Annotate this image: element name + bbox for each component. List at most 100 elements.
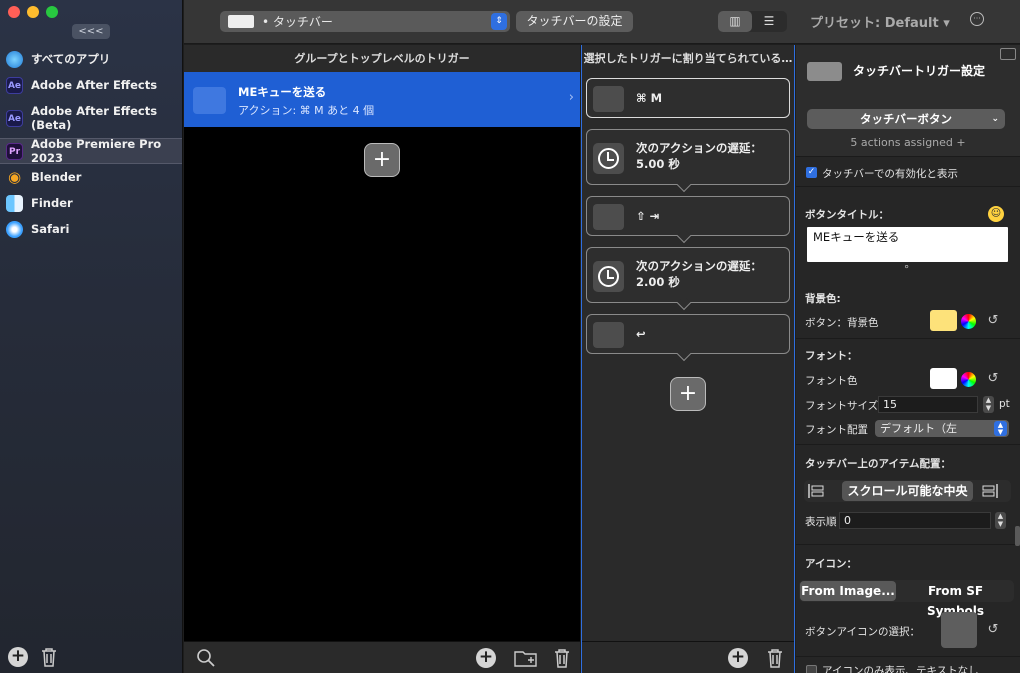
- from-image-button[interactable]: From Image...: [800, 581, 896, 601]
- action-swatch: [593, 204, 624, 230]
- actions-assigned-count[interactable]: 5 actions assigned +: [796, 136, 1020, 149]
- bg-color-swatch[interactable]: [930, 310, 957, 331]
- clock-icon: [593, 261, 624, 292]
- font-align-label: フォント配置: [805, 424, 868, 436]
- from-sf-symbols-button[interactable]: From SF Symbols: [898, 581, 1013, 618]
- app-label: Adobe After Effects (Beta): [31, 104, 158, 132]
- font-align-value: デフォルト（左: [880, 422, 957, 435]
- button-title-input[interactable]: MEキューを送る: [807, 227, 1008, 262]
- layout-segmented-control: スクロール可能な中央: [804, 480, 1011, 502]
- zoom-window-button[interactable]: [46, 6, 58, 18]
- app-label: Adobe After Effects: [31, 78, 158, 92]
- action-item[interactable]: ⌘ M: [586, 78, 790, 118]
- font-section-title: フォント：: [805, 350, 858, 362]
- groups-column: グループとトップレベルのトリガー MEキューを送る アクション: ⌘ M あと …: [184, 45, 580, 673]
- groups-footer: +: [184, 641, 580, 673]
- more-options-icon[interactable]: ···: [970, 12, 984, 26]
- resize-dot: °: [904, 264, 910, 276]
- list-view-button[interactable]: ☰: [752, 11, 786, 32]
- font-size-input[interactable]: 15: [878, 396, 978, 413]
- trash-icon[interactable]: [766, 648, 784, 668]
- touchbar-settings-button[interactable]: タッチバーの設定: [516, 11, 633, 32]
- trash-icon[interactable]: [553, 648, 571, 668]
- action-value: 2.00 秒: [636, 275, 680, 289]
- actions-footer: +: [582, 641, 794, 673]
- layout-center-option[interactable]: スクロール可能な中央: [842, 481, 973, 501]
- globe-icon: [6, 50, 23, 68]
- add-action-footer-button[interactable]: +: [728, 648, 748, 668]
- emoji-picker-icon[interactable]: ☺: [988, 206, 1004, 222]
- icon-section-title: アイコン：: [805, 558, 857, 570]
- reset-icon[interactable]: ↺: [985, 371, 1001, 387]
- connector-notch: [676, 346, 692, 362]
- trigger-row[interactable]: MEキューを送る アクション: ⌘ M あと 4 個 ›: [184, 72, 580, 127]
- app-item-finder[interactable]: Finder: [0, 190, 182, 216]
- align-right-icon[interactable]: [980, 484, 998, 498]
- safari-icon: [6, 220, 23, 238]
- app-label: すべてのアプリ: [31, 52, 111, 66]
- app-item-after-effects-beta[interactable]: Ae Adobe After Effects (Beta): [0, 98, 182, 138]
- order-input[interactable]: 0: [839, 512, 991, 529]
- sidebar-footer: +: [8, 647, 58, 667]
- view-mode-toggle: ▥ ☰: [718, 11, 787, 32]
- enable-checkbox[interactable]: ✓: [806, 167, 817, 178]
- font-size-label: フォントサイズ: [805, 400, 879, 412]
- icon-only-checkbox[interactable]: [806, 665, 817, 673]
- color-wheel-icon[interactable]: [961, 372, 976, 387]
- trigger-preview-swatch: [807, 62, 842, 81]
- align-left-icon[interactable]: [808, 484, 826, 498]
- color-wheel-icon[interactable]: [961, 314, 976, 329]
- add-trigger-button[interactable]: +: [364, 143, 400, 177]
- action-item[interactable]: ⇧ ⇥: [586, 196, 790, 244]
- icon-only-label: アイコンのみ表示、テキストなし: [822, 665, 979, 673]
- app-item-blender[interactable]: ◉ Blender: [0, 164, 182, 190]
- action-item[interactable]: 次のアクションの遅延： 5.00 秒: [586, 129, 790, 193]
- order-stepper[interactable]: ▲ ▼: [995, 512, 1006, 529]
- app-item-after-effects[interactable]: Ae Adobe After Effects: [0, 72, 182, 98]
- icon-well[interactable]: [941, 612, 977, 648]
- button-title-label: ボタンタイトル：: [805, 209, 889, 221]
- reset-icon[interactable]: ↺: [985, 622, 1001, 638]
- new-folder-icon[interactable]: [514, 648, 538, 668]
- minimize-window-button[interactable]: [27, 6, 39, 18]
- app-item-safari[interactable]: Safari: [0, 216, 182, 242]
- layout-section-title: タッチバー上のアイテム配置：: [805, 458, 951, 470]
- connector-notch: [676, 228, 692, 244]
- chevron-updown-icon: ⇕: [491, 13, 507, 30]
- window-icon: [1000, 48, 1016, 60]
- app-label: Finder: [31, 196, 73, 210]
- close-window-button[interactable]: [8, 6, 20, 18]
- action-label: ⇧ ⇥: [636, 209, 660, 223]
- preset-menu[interactable]: プリセット: Default ▾: [810, 12, 950, 31]
- font-align-popup[interactable]: デフォルト（左 ▲ ▼: [875, 420, 1009, 437]
- font-size-stepper[interactable]: ▲ ▼: [983, 396, 994, 413]
- font-color-swatch[interactable]: [930, 368, 957, 389]
- add-action-button[interactable]: +: [670, 377, 706, 411]
- chevron-right-icon: ›: [568, 90, 574, 105]
- trigger-subtitle: アクション: ⌘ M あと 4 個: [238, 104, 375, 117]
- reset-icon[interactable]: ↺: [985, 313, 1001, 329]
- add-group-item-button[interactable]: +: [476, 648, 496, 668]
- action-item[interactable]: ↩: [586, 314, 790, 362]
- app-item-all[interactable]: すべてのアプリ: [0, 46, 182, 72]
- app-item-premiere-pro[interactable]: Pr Adobe Premiere Pro 2023: [0, 137, 182, 165]
- chevron-updown-icon: ▲ ▼: [994, 421, 1007, 436]
- action-label: ↩: [636, 327, 646, 341]
- app-label: Safari: [31, 222, 70, 236]
- add-app-button[interactable]: +: [8, 647, 28, 667]
- action-item[interactable]: 次のアクションの遅延： 2.00 秒: [586, 247, 790, 311]
- choose-icon-label: ボタンアイコンの選択：: [805, 626, 920, 638]
- trigger-type-popup[interactable]: タッチバーボタン ⌄: [807, 109, 1005, 129]
- action-swatch: [593, 322, 624, 348]
- columns-view-button[interactable]: ▥: [718, 11, 752, 32]
- delete-app-button[interactable]: [40, 647, 58, 667]
- clock-icon: [593, 143, 624, 174]
- collapse-sidebar-button[interactable]: <<<: [72, 24, 110, 39]
- app-list: すべてのアプリ Ae Adobe After Effects Ae Adobe …: [0, 46, 182, 242]
- toolbar: • タッチバー ⇕ タッチバーの設定 ▥ ☰ プリセット: Default ▾ …: [184, 0, 1020, 44]
- trigger-type-select[interactable]: • タッチバー ⇕: [220, 11, 510, 32]
- scrollbar-thumb[interactable]: [1015, 526, 1020, 546]
- search-icon[interactable]: [196, 648, 216, 668]
- app-sidebar: <<< すべてのアプリ Ae Adobe After Effects Ae Ad…: [0, 0, 183, 673]
- font-color-label: フォント色: [805, 375, 858, 387]
